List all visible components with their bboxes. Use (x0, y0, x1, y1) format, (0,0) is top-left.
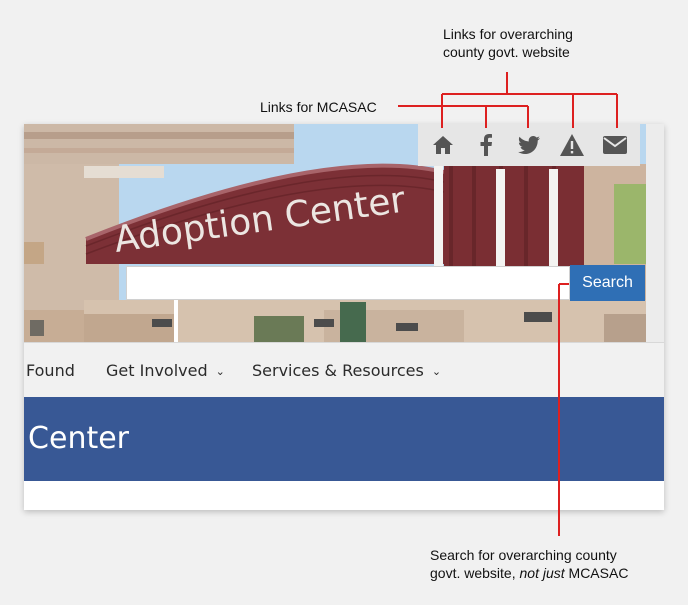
annotation-line: Links for overarching (443, 26, 573, 42)
annotation-line: county govt. website (443, 44, 570, 60)
annotation-overarching-links: Links for overarching county govt. websi… (443, 25, 573, 61)
annotation-line: govt. website, not just MCASAC (430, 564, 628, 582)
annotation-search-note: Search for overarching county govt. webs… (430, 546, 628, 582)
annotation-line: Search for overarching county (430, 547, 617, 563)
annotation-text: MCASAC (564, 565, 629, 581)
annotation-mcasac-links: Links for MCASAC (260, 99, 377, 115)
annotation-lines (398, 72, 618, 536)
annotation-text: govt. website, (430, 565, 520, 581)
annotation-emphasis: not just (519, 565, 565, 581)
